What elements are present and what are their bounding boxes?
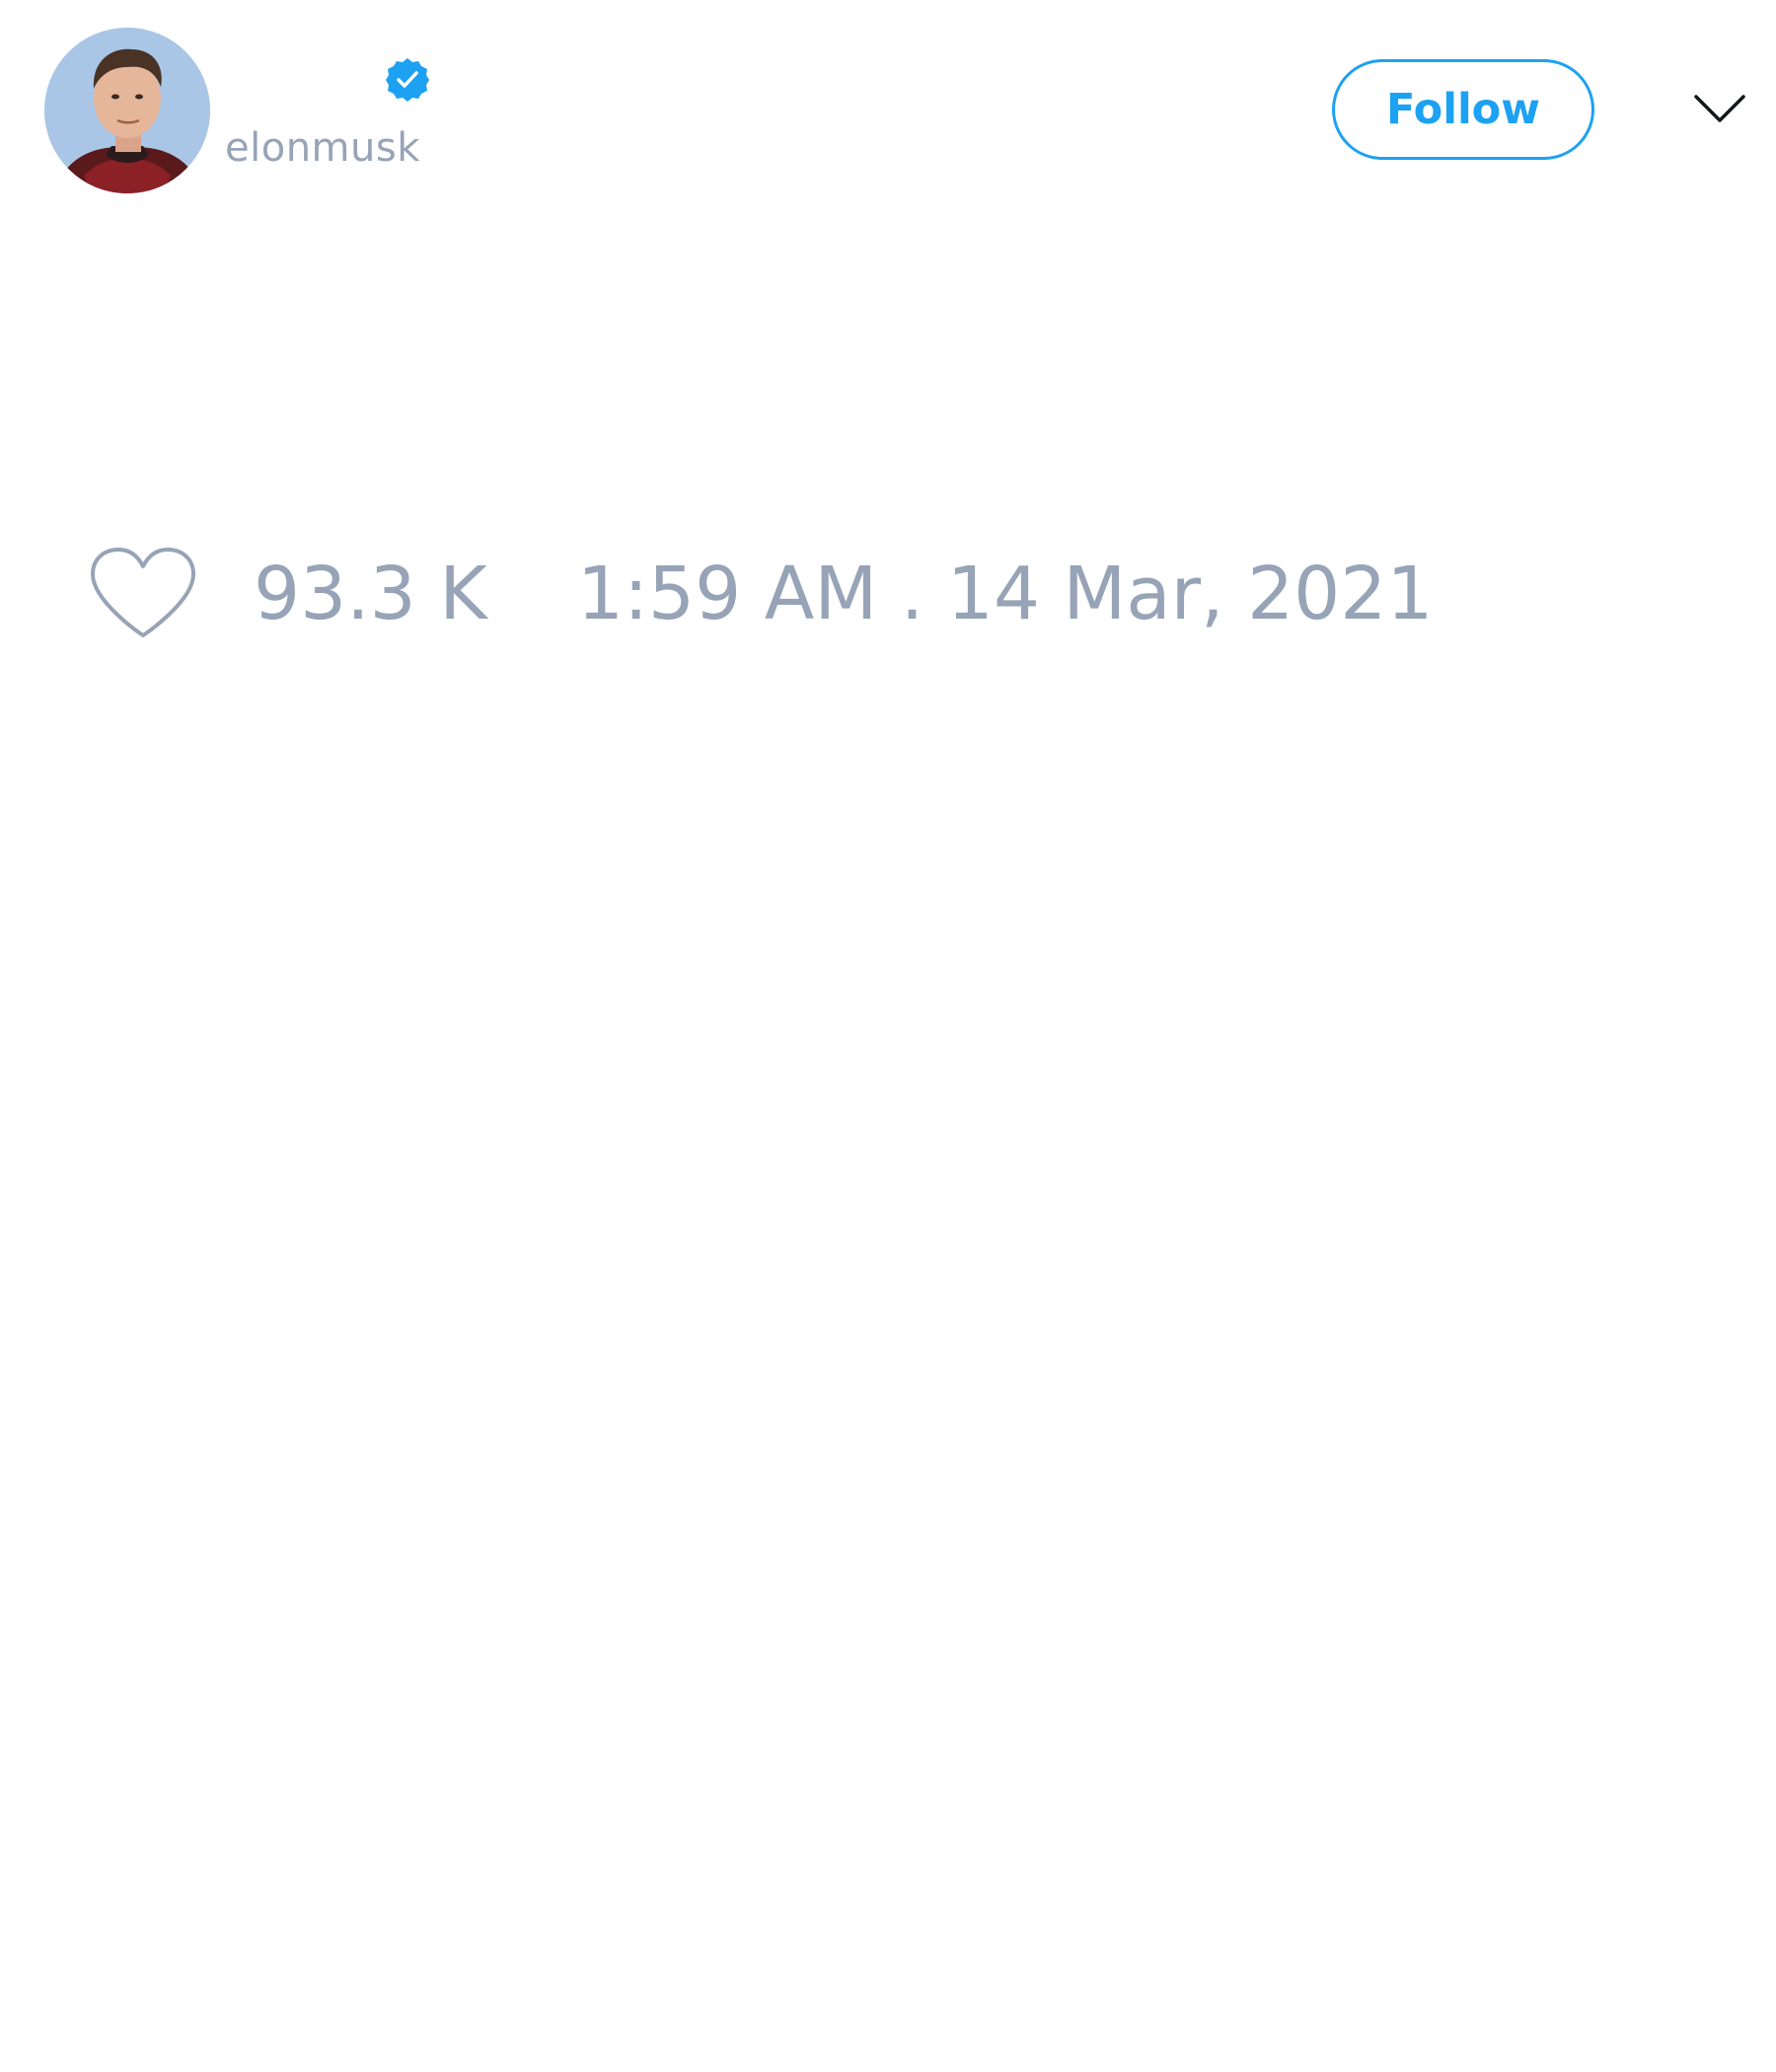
verified-badge-icon [384,56,431,104]
tweet-header: elonmusk Follow [0,0,1776,227]
avatar-photo [44,28,210,193]
like-count: 93.3 K [254,552,487,636]
tweet-footer: 93.3 K 1:59 AM . 14 Mar, 2021 [0,533,1776,651]
chevron-down-icon[interactable] [1692,89,1747,130]
username[interactable]: elonmusk [225,124,420,172]
follow-button[interactable]: Follow [1332,59,1594,160]
heart-icon[interactable] [87,545,199,643]
avatar[interactable] [44,28,210,193]
tweet-timestamp[interactable]: 1:59 AM . 14 Mar, 2021 [577,550,1433,638]
